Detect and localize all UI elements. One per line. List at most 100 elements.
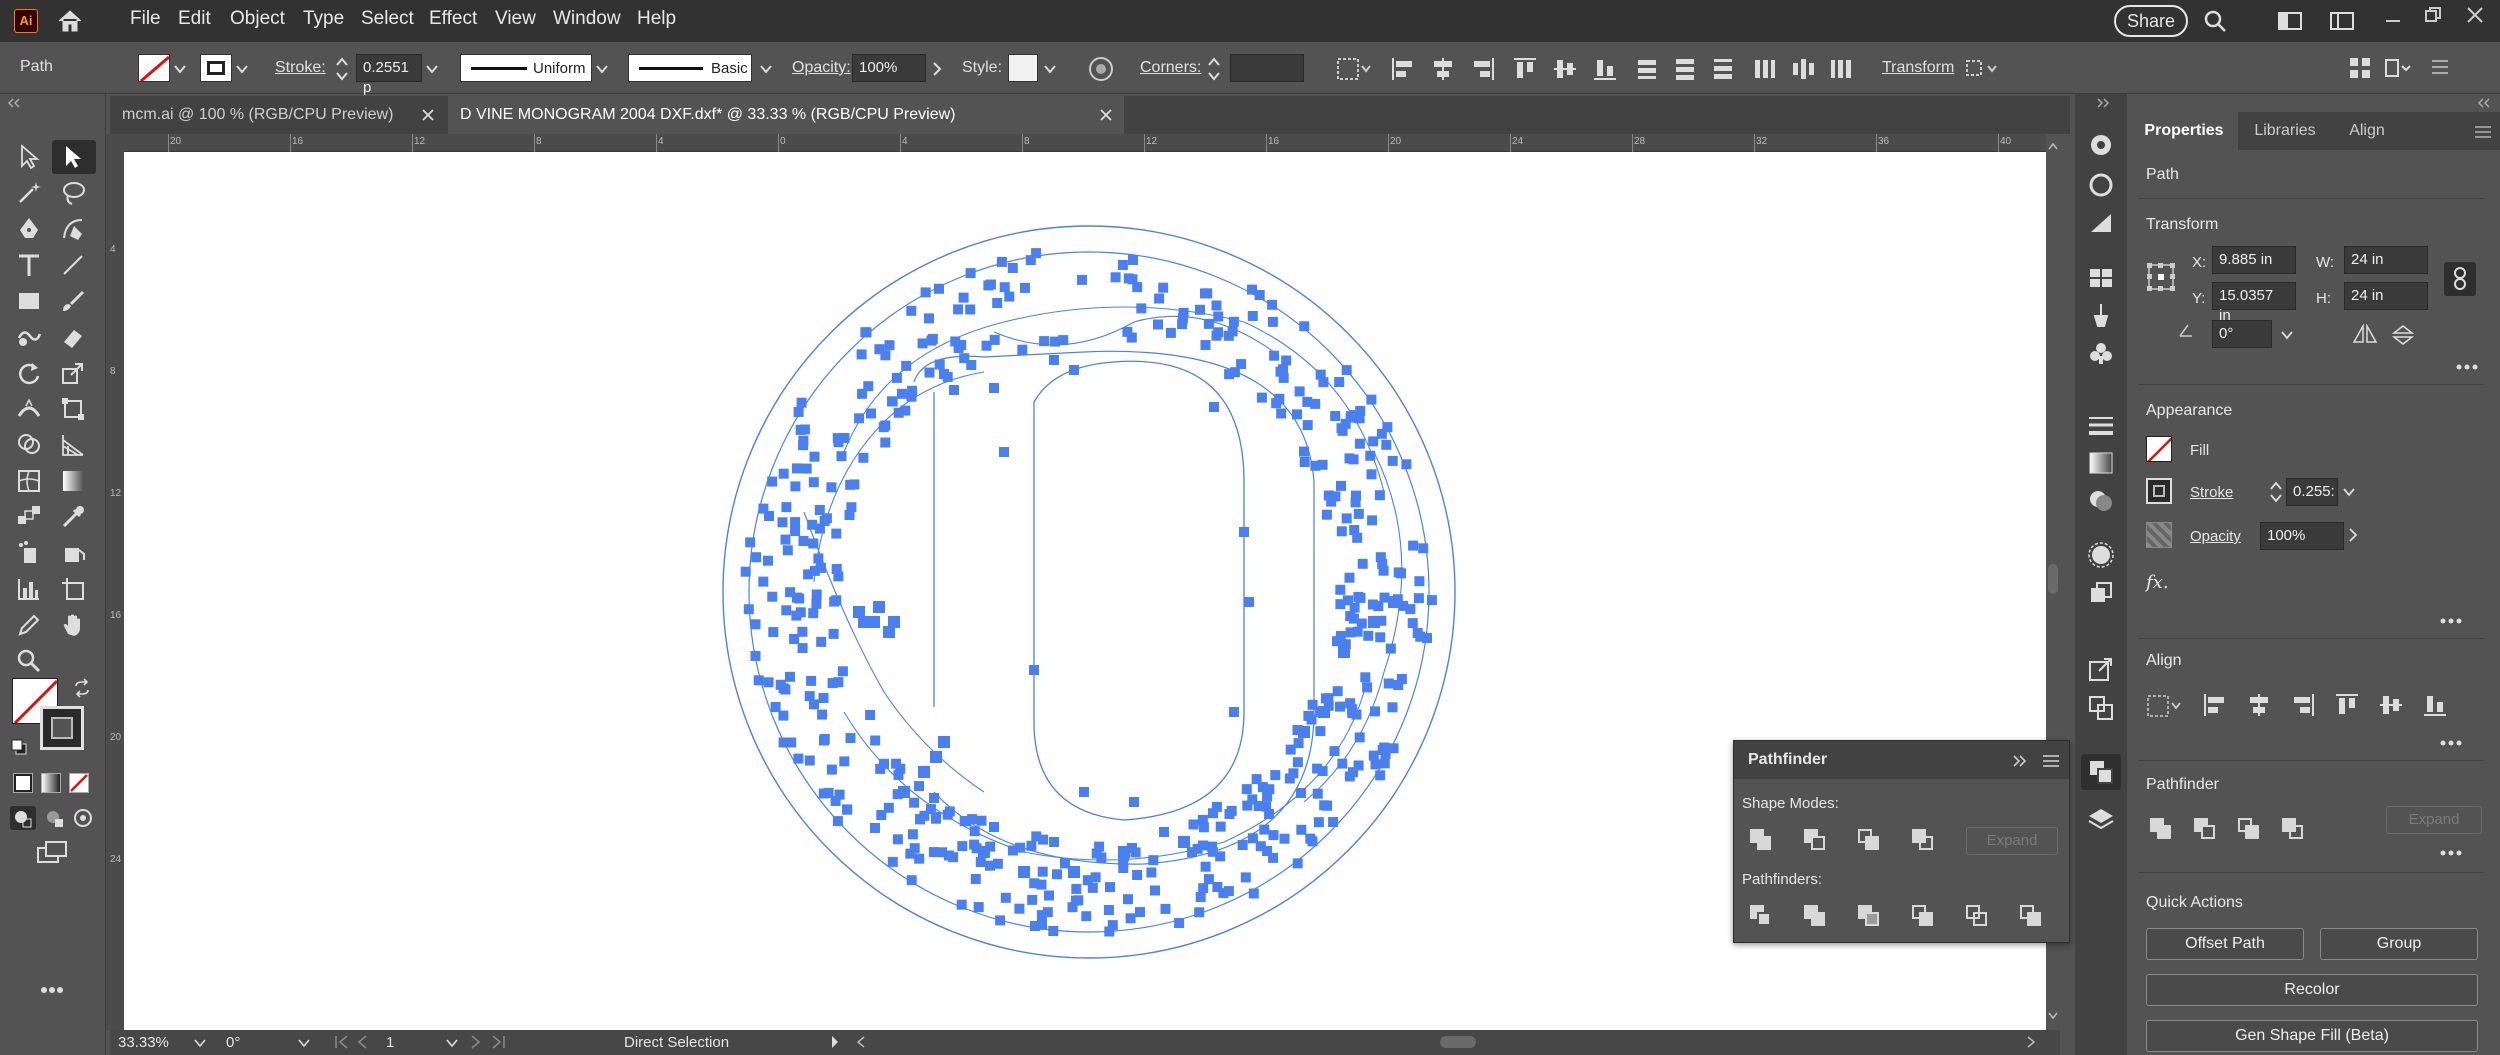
draw-inside-icon[interactable] bbox=[70, 806, 96, 830]
lasso-tool-icon[interactable] bbox=[60, 180, 86, 206]
stroke-weight-input[interactable]: 0.255: bbox=[2286, 478, 2338, 506]
color-mode-button[interactable] bbox=[13, 773, 33, 793]
color-guide-icon[interactable] bbox=[2087, 172, 2115, 198]
screen-mode-icon[interactable] bbox=[36, 840, 68, 866]
crop-button[interactable] bbox=[1912, 905, 1936, 929]
align-left-icon[interactable] bbox=[2202, 692, 2228, 718]
close-icon[interactable] bbox=[422, 109, 434, 121]
blend-tool-icon[interactable] bbox=[16, 504, 42, 530]
constrain-proportions-button[interactable] bbox=[2444, 262, 2476, 296]
line-segment-tool-icon[interactable] bbox=[60, 252, 86, 278]
scroll-up-icon[interactable] bbox=[2048, 142, 2058, 150]
align-left-icon[interactable] bbox=[1390, 56, 1416, 82]
symbols-icon[interactable] bbox=[2087, 340, 2115, 366]
distribute-right-icon[interactable] bbox=[1828, 56, 1854, 82]
last-artboard-icon[interactable] bbox=[490, 1035, 506, 1049]
align-right-icon[interactable] bbox=[1470, 56, 1496, 82]
distribute-hcenter-icon[interactable] bbox=[1790, 56, 1816, 82]
expand-button[interactable]: Expand bbox=[2386, 806, 2482, 834]
scroll-left-icon[interactable] bbox=[856, 1036, 866, 1048]
workspace-icon[interactable] bbox=[2278, 12, 2302, 30]
artboards-icon[interactable] bbox=[2087, 694, 2115, 720]
close-icon[interactable] bbox=[2466, 6, 2484, 24]
menu-select[interactable]: Select bbox=[361, 8, 414, 30]
eyedropper-tool-icon[interactable] bbox=[60, 504, 86, 530]
draw-behind-icon[interactable] bbox=[42, 806, 68, 830]
learn-icon[interactable] bbox=[2087, 132, 2115, 158]
draw-normal-button[interactable] bbox=[10, 806, 36, 830]
stepper-icon[interactable] bbox=[2270, 480, 2282, 504]
corners-label[interactable]: Corners: bbox=[1140, 59, 1201, 77]
curvature-tool-icon[interactable] bbox=[60, 216, 86, 242]
align-top-icon[interactable] bbox=[2334, 692, 2360, 718]
opacity-input[interactable]: 100% bbox=[852, 54, 926, 82]
magic-wand-tool-icon[interactable] bbox=[16, 180, 42, 206]
distribute-bottom-icon[interactable] bbox=[1710, 56, 1736, 82]
restore-icon[interactable] bbox=[2424, 6, 2442, 24]
chevron-down-icon[interactable] bbox=[426, 64, 438, 74]
more-options-icon[interactable] bbox=[2440, 740, 2462, 746]
align-to-icon[interactable] bbox=[2146, 694, 2184, 718]
perspective-grid-tool-icon[interactable] bbox=[60, 432, 86, 458]
arrange-icon[interactable] bbox=[2330, 12, 2354, 30]
free-transform-tool-icon[interactable] bbox=[60, 396, 86, 422]
search-icon[interactable] bbox=[2203, 9, 2227, 33]
offset-path-button[interactable]: Offset Path bbox=[2146, 928, 2304, 960]
vertical-ruler[interactable]: 4 8 12 16 20 24 bbox=[106, 134, 124, 1030]
recolor-artwork-icon[interactable] bbox=[1088, 56, 1114, 82]
collapse-icon[interactable] bbox=[6, 98, 22, 108]
expand-button[interactable]: Expand bbox=[1966, 827, 2058, 855]
horizontal-ruler[interactable]: 20 16 12 8 4 0 4 8 12 16 20 24 28 32 36 40 bbox=[124, 134, 2046, 152]
align-center-icon[interactable] bbox=[2246, 692, 2272, 718]
type-tool-icon[interactable] bbox=[16, 252, 42, 278]
menu-effect[interactable]: Effect bbox=[429, 8, 477, 30]
corners-input[interactable] bbox=[1230, 54, 1304, 82]
chevron-right-icon[interactable] bbox=[2348, 528, 2358, 542]
rectangle-tool-icon[interactable] bbox=[16, 288, 42, 314]
gradient-mode-button[interactable] bbox=[41, 773, 61, 793]
gen-shape-fill-button[interactable]: Gen Shape Fill (Beta) bbox=[2146, 1020, 2478, 1052]
brush-definition[interactable]: Basic bbox=[628, 54, 752, 82]
default-fill-stroke-icon[interactable] bbox=[10, 738, 28, 756]
menu-type[interactable]: Type bbox=[303, 8, 344, 30]
reference-point-icon[interactable] bbox=[2146, 262, 2176, 292]
rotate-input[interactable]: 0° bbox=[2212, 320, 2272, 348]
opacity-label[interactable]: Opacity bbox=[2190, 528, 2241, 545]
group-button[interactable]: Group bbox=[2320, 928, 2478, 960]
chevron-right-icon[interactable] bbox=[830, 1035, 840, 1049]
eraser-tool-icon[interactable] bbox=[60, 324, 86, 350]
stroke-swatch[interactable] bbox=[2146, 478, 2172, 504]
scroll-right-icon[interactable] bbox=[2026, 1036, 2036, 1048]
scroll-down-icon[interactable] bbox=[2048, 1012, 2058, 1020]
none-mode-button[interactable] bbox=[69, 773, 89, 793]
chevron-down-icon[interactable] bbox=[1044, 64, 1056, 74]
opacity-swatch[interactable] bbox=[2146, 522, 2172, 548]
transform-icon[interactable] bbox=[1964, 56, 2000, 82]
opacity-input[interactable]: 100% bbox=[2260, 522, 2344, 550]
scale-tool-icon[interactable] bbox=[60, 360, 86, 386]
export-icon[interactable] bbox=[2087, 656, 2115, 682]
symbol-sprayer-tool-icon[interactable] bbox=[16, 540, 42, 566]
shaper-tool-icon[interactable] bbox=[16, 324, 42, 350]
stroke-color-swatch[interactable] bbox=[40, 706, 84, 750]
flip-horizontal-icon[interactable] bbox=[2352, 324, 2378, 344]
stroke-panel-icon[interactable] bbox=[2087, 412, 2115, 438]
expand-icon[interactable] bbox=[2476, 98, 2492, 108]
chevron-down-icon[interactable] bbox=[298, 1039, 310, 1048]
arrange-documents-icon[interactable] bbox=[2348, 56, 2372, 80]
gradient-panel-icon[interactable] bbox=[2087, 450, 2115, 476]
panel-menu-icon[interactable] bbox=[2042, 755, 2060, 767]
appearance-icon[interactable] bbox=[2087, 542, 2115, 568]
chevron-down-icon[interactable] bbox=[236, 64, 248, 74]
stroke-weight-input[interactable]: 0.2551 p bbox=[356, 54, 422, 96]
outline-button[interactable] bbox=[1966, 905, 1990, 929]
menu-view[interactable]: View bbox=[495, 8, 536, 30]
direct-selection-tool-icon[interactable] bbox=[60, 144, 86, 170]
menu-object[interactable]: Object bbox=[230, 8, 285, 30]
pencil-tool-icon[interactable] bbox=[16, 612, 42, 638]
swap-fill-stroke-icon[interactable] bbox=[72, 678, 92, 698]
tab-libraries[interactable]: Libraries bbox=[2238, 112, 2332, 150]
fill-swatch[interactable] bbox=[2146, 436, 2172, 462]
menu-window[interactable]: Window bbox=[553, 8, 621, 30]
exclude-button[interactable] bbox=[1912, 829, 1936, 853]
